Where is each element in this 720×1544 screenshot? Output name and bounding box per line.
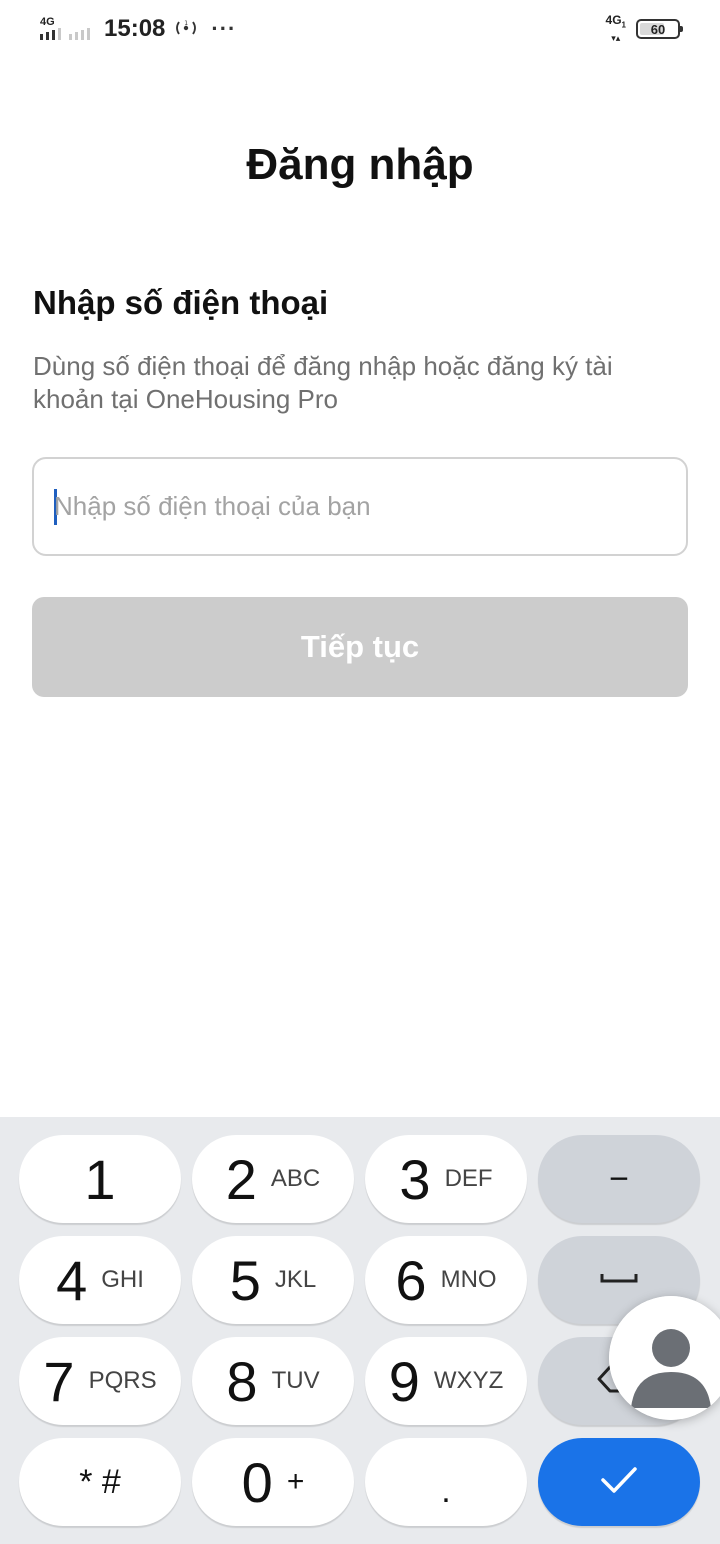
key-done[interactable] xyxy=(538,1438,700,1526)
phone-input[interactable] xyxy=(54,459,664,554)
section-title: Nhập số điện thoại xyxy=(33,284,329,321)
signal-icon-secondary xyxy=(69,28,90,40)
signal-icon: 4G xyxy=(40,16,90,40)
check-icon xyxy=(599,1465,639,1500)
space-icon xyxy=(599,1271,639,1290)
key-star-hash[interactable]: * # xyxy=(19,1438,181,1526)
key-0[interactable]: 0 + xyxy=(192,1438,354,1526)
network-sim-number: 1 xyxy=(621,20,626,30)
key-minus[interactable]: − xyxy=(538,1135,700,1223)
network-type-right: 4G xyxy=(605,13,622,28)
status-left: 4G 15:08 1 ··· xyxy=(40,14,236,44)
key-dot[interactable]: . xyxy=(365,1438,527,1526)
section-description: Dùng số điện thoại để đăng nhập hoặc đăn… xyxy=(33,351,613,414)
key-1[interactable]: 1 xyxy=(19,1135,181,1223)
key-8[interactable]: 8 TUV xyxy=(192,1337,354,1425)
hotspot-icon: 1 xyxy=(175,19,197,40)
svg-text:1: 1 xyxy=(185,20,189,27)
key-9[interactable]: 9 WXYZ xyxy=(365,1337,527,1425)
more-icon: ··· xyxy=(211,16,237,41)
status-right: 4G1 ▾▴ 60 xyxy=(606,14,683,44)
status-bar: 4G 15:08 1 ··· 4G1 ▾▴ 60 xyxy=(0,0,720,58)
data-arrows-icon: ▾▴ xyxy=(611,32,621,43)
clock: 15:08 xyxy=(104,15,166,42)
numeric-keyboard: 1 2 ABC 3 DEF − 4 GHI 5 JKL 6 MNO 7 PQRS… xyxy=(0,1117,720,1544)
network-type-left: 4G xyxy=(40,16,55,28)
key-3[interactable]: 3 DEF xyxy=(365,1135,527,1223)
battery-level: 60 xyxy=(650,21,666,37)
network-icon-right: 4G1 ▾▴ xyxy=(606,14,626,43)
continue-button[interactable]: Tiếp tục xyxy=(32,597,688,697)
key-4[interactable]: 4 GHI xyxy=(19,1236,181,1324)
key-7[interactable]: 7 PQRS xyxy=(19,1337,181,1425)
page-title: Đăng nhập xyxy=(246,140,474,189)
battery-icon: 60 xyxy=(636,19,683,39)
key-2[interactable]: 2 ABC xyxy=(192,1135,354,1223)
phone-input-container[interactable] xyxy=(32,457,688,556)
key-5[interactable]: 5 JKL xyxy=(192,1236,354,1324)
key-6[interactable]: 6 MNO xyxy=(365,1236,527,1324)
